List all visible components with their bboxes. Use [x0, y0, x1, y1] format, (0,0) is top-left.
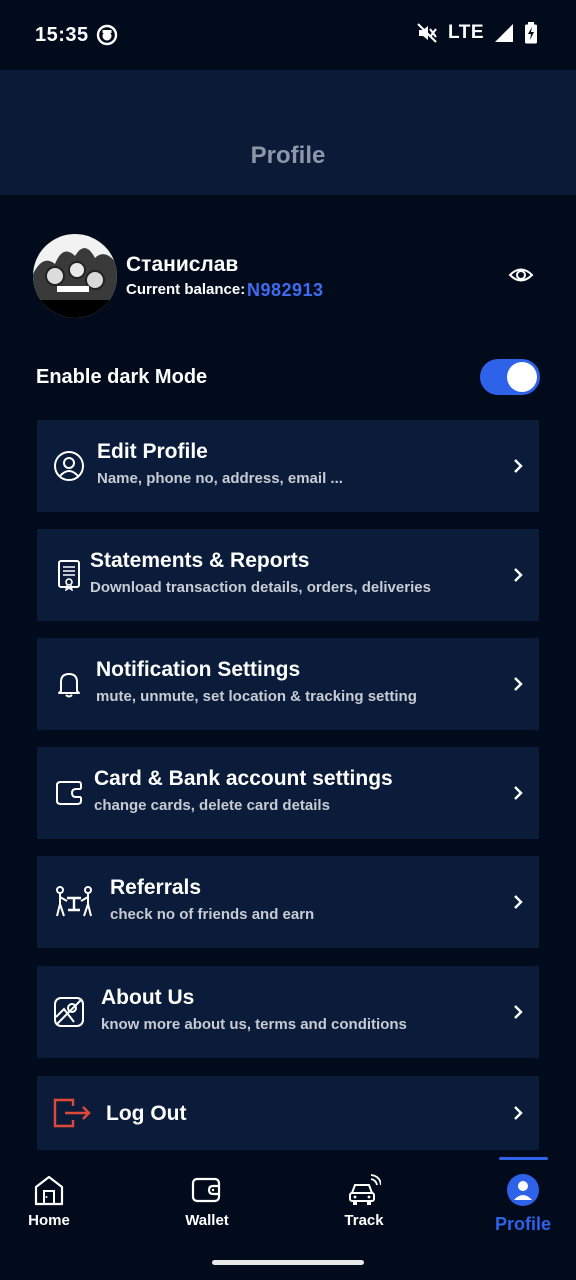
car-tracking-icon — [349, 1174, 381, 1205]
chevron-right-icon — [514, 786, 523, 800]
bell-icon — [58, 673, 80, 698]
bottom-navigation: Home Wallet Track Profile — [0, 1155, 576, 1246]
app-header: Profile — [0, 70, 576, 195]
menu-subtitle: Download transaction details, orders, de… — [90, 579, 431, 596]
chevron-right-icon — [514, 1005, 523, 1019]
menu-subtitle: check no of friends and earn — [110, 906, 315, 923]
network-type: LTE — [448, 22, 484, 43]
chevron-right-icon — [514, 459, 523, 473]
menu-subtitle: change cards, delete card details — [94, 797, 330, 814]
menu-title: Notification Settings — [96, 658, 301, 681]
chevron-right-icon — [514, 677, 523, 691]
user-summary: Станислав Current balance: N982913 — [0, 232, 576, 322]
nav-label: Profile — [494, 1214, 551, 1234]
menu-subtitle: know more about us, terms and conditions — [101, 1016, 407, 1033]
nav-label: Home — [28, 1212, 70, 1229]
balance-value: N982913 — [247, 280, 324, 300]
user-name: Станислав — [126, 253, 239, 276]
chevron-right-icon — [514, 568, 523, 582]
menu-edit-profile[interactable]: Edit Profile Name, phone no, address, em… — [37, 420, 539, 512]
nav-wallet[interactable]: Wallet — [167, 1155, 247, 1246]
chevron-right-icon — [514, 895, 523, 909]
dark-mode-label: Enable dark Mode — [36, 366, 208, 388]
dark-mode-toggle[interactable] — [480, 359, 540, 395]
wallet-card-icon — [56, 781, 82, 805]
battery-charging-icon — [525, 22, 537, 44]
signal-icon — [495, 24, 513, 42]
toggle-knob — [507, 362, 537, 392]
menu-statements-reports[interactable]: Statements & Reports Download transactio… — [37, 529, 539, 621]
menu-subtitle: Name, phone no, address, email ... — [97, 470, 343, 487]
eye-icon[interactable] — [508, 264, 534, 286]
balance-label: Current balance: — [126, 281, 246, 298]
menu-title: About Us — [101, 986, 195, 1009]
app-notification-icon — [96, 24, 118, 46]
nav-label: Track — [344, 1212, 384, 1229]
logout-icon — [53, 1098, 91, 1128]
system-navigation — [0, 1246, 576, 1280]
menu-log-out[interactable]: Log Out — [37, 1076, 539, 1150]
menu-referrals[interactable]: Referrals check no of friends and earn — [37, 856, 539, 948]
nav-track[interactable]: Track — [324, 1155, 404, 1246]
menu-title: Referrals — [110, 876, 202, 899]
menu-subtitle: mute, unmute, set location & tracking se… — [96, 688, 417, 705]
menu-title: Log Out — [106, 1102, 187, 1125]
dark-mode-row: Enable dark Mode — [0, 354, 576, 402]
nav-label: Wallet — [185, 1212, 229, 1229]
status-time: 15:35 — [35, 24, 89, 46]
referral-people-icon — [56, 886, 92, 917]
document-certificate-icon — [58, 560, 80, 591]
status-bar: 15:35 LTE — [0, 0, 576, 70]
avatar[interactable] — [33, 234, 117, 318]
menu-title: Card & Bank account settings — [94, 767, 393, 790]
avatar-image — [33, 234, 117, 318]
menu-about-us[interactable]: About Us know more about us, terms and c… — [37, 966, 539, 1058]
profile-icon — [507, 1174, 539, 1206]
nav-home[interactable]: Home — [9, 1155, 89, 1246]
status-indicators: LTE — [416, 22, 538, 44]
nav-profile[interactable]: Profile — [483, 1155, 563, 1246]
home-icon — [34, 1175, 64, 1206]
user-circle-icon — [54, 451, 84, 481]
mute-icon — [417, 23, 437, 43]
menu-title: Edit Profile — [97, 440, 208, 463]
wallet-icon — [191, 1177, 221, 1203]
chevron-right-icon — [514, 1106, 523, 1120]
home-gesture-bar[interactable] — [212, 1260, 364, 1265]
image-info-icon — [54, 997, 84, 1027]
menu-notification-settings[interactable]: Notification Settings mute, unmute, set … — [37, 638, 539, 730]
page-title: Profile — [250, 142, 326, 169]
menu-title: Statements & Reports — [90, 549, 310, 572]
menu-card-bank-settings[interactable]: Card & Bank account settings change card… — [37, 747, 539, 839]
